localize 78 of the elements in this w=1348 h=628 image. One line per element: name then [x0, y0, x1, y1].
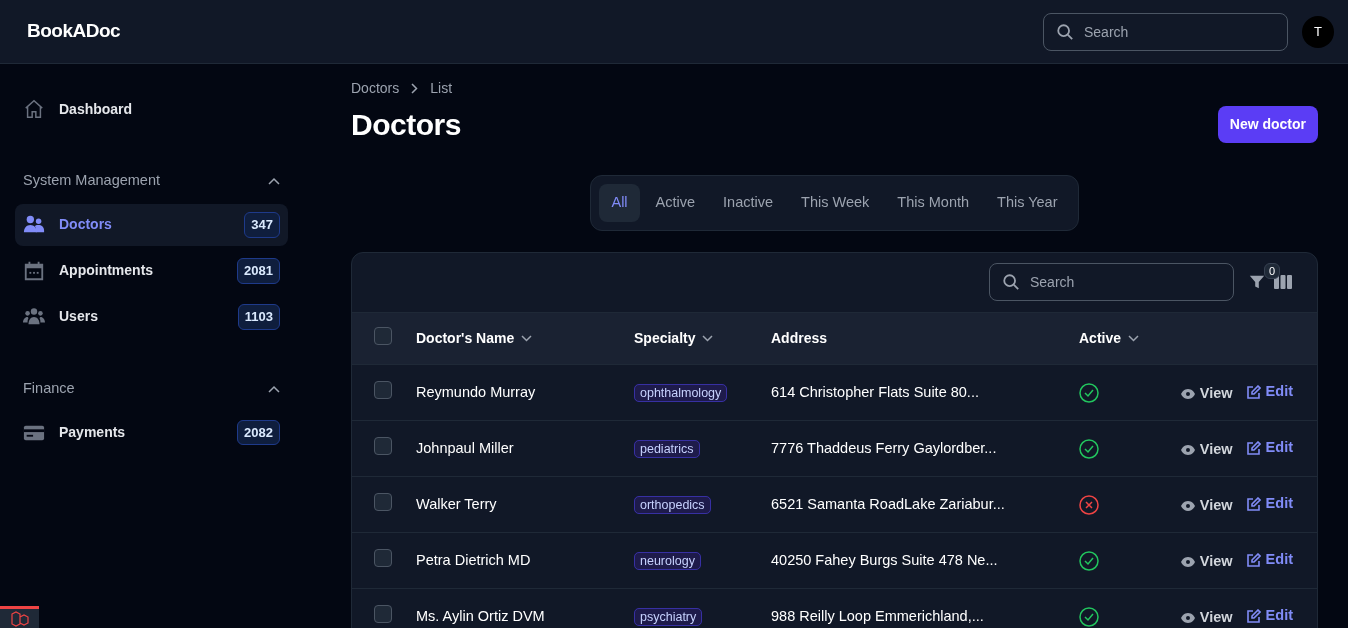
search-icon: [1056, 22, 1074, 41]
calendar-icon: [23, 259, 45, 282]
eye-icon: [1180, 388, 1195, 399]
specialty-tag: orthopedics: [634, 496, 711, 515]
sidebar-item[interactable]: Doctors 347: [15, 203, 288, 246]
table-cell: Reymundo Murray: [416, 383, 536, 400]
edit-link[interactable]: Edit: [1246, 436, 1293, 459]
column-header: Address: [771, 329, 828, 348]
eye-icon: [1180, 556, 1195, 567]
row-checkbox[interactable]: [374, 604, 392, 623]
specialty-tag: pediatrics: [634, 440, 700, 459]
filter-tab[interactable]: Inactive: [711, 184, 786, 222]
row-checkbox[interactable]: [374, 380, 392, 399]
row-checkbox[interactable]: [374, 548, 392, 567]
user-avatar[interactable]: T: [1302, 15, 1334, 48]
table-cell: Ms. Aylin Ortiz DVM: [416, 607, 545, 624]
edit-icon: [1246, 384, 1261, 399]
table-search-field[interactable]: Search: [989, 263, 1234, 302]
edit-link[interactable]: Edit: [1246, 548, 1293, 571]
specialty-tag: ophthalmology: [634, 384, 728, 403]
table-cell: 7776 Thaddeus Ferry Gaylordber...: [771, 439, 997, 456]
sidebar-item[interactable]: Dashboard: [15, 88, 288, 130]
table-cell: 6521 Samanta RoadLake Zariabur...: [771, 495, 1005, 512]
sidebar-item[interactable]: Payments 2082: [15, 411, 288, 454]
filter-count-badge: 0: [1264, 263, 1281, 280]
filter-tab[interactable]: Active: [643, 184, 708, 222]
edit-link[interactable]: Edit: [1246, 380, 1293, 403]
row-checkbox[interactable]: [374, 436, 392, 455]
table-cell: Walker Terry: [416, 495, 497, 512]
table-cell: Petra Dietrich MD: [416, 551, 531, 568]
view-link[interactable]: View: [1180, 382, 1233, 405]
brand-name[interactable]: BookADoc: [27, 17, 121, 46]
edit-link[interactable]: Edit: [1246, 604, 1293, 627]
search-field[interactable]: Search: [1043, 12, 1288, 51]
eye-icon: [1180, 500, 1195, 511]
sidebar-item[interactable]: Users 1103: [15, 295, 288, 338]
row-checkbox[interactable]: [374, 492, 392, 511]
specialty-tag: psychiatry: [634, 608, 703, 627]
select-all-checkbox[interactable]: [374, 326, 392, 345]
view-link[interactable]: View: [1180, 550, 1233, 573]
page-title: Doctors: [351, 106, 461, 143]
eye-icon: [1180, 612, 1195, 623]
edit-icon: [1246, 608, 1261, 623]
table-cell: Johnpaul Miller: [416, 439, 514, 456]
new-doctor-button[interactable]: New doctor: [1217, 106, 1318, 143]
edit-icon: [1246, 440, 1261, 455]
group-header[interactable]: Finance: [15, 377, 288, 400]
cube-icon: [9, 610, 30, 627]
table-cell: 40250 Fahey Burgs Suite 478 Ne...: [771, 551, 998, 568]
table-cell: 988 Reilly Loop Emmerichland,...: [771, 607, 984, 624]
count-badge: 2081: [237, 258, 280, 284]
search-icon: [1002, 273, 1020, 292]
filter-tab[interactable]: All: [599, 184, 640, 222]
view-link[interactable]: View: [1180, 438, 1233, 461]
eye-icon: [1180, 444, 1195, 455]
count-badge: 2082: [237, 419, 280, 446]
chevron-up-icon: [268, 384, 280, 393]
home-icon: [23, 98, 45, 120]
count-badge: 347: [244, 212, 280, 238]
chevron-right-icon: [411, 83, 419, 94]
debug-bar-tab[interactable]: [0, 606, 39, 628]
edit-link[interactable]: Edit: [1246, 492, 1293, 515]
filter-tab[interactable]: This Week: [789, 184, 882, 222]
breadcrumb-link[interactable]: List: [430, 78, 453, 99]
columns-icon[interactable]: [1273, 273, 1293, 292]
count-badge: 1103: [237, 304, 280, 330]
filter-tab[interactable]: This Year: [985, 184, 1070, 222]
filter-tab[interactable]: This Month: [885, 184, 982, 222]
edit-icon: [1246, 552, 1261, 567]
table-cell: 614 Christopher Flats Suite 80...: [771, 383, 979, 400]
edit-icon: [1246, 496, 1261, 511]
view-link[interactable]: View: [1180, 606, 1233, 628]
breadcrumb-link[interactable]: Doctors: [351, 78, 400, 99]
specialty-tag: neurology: [634, 552, 701, 571]
chevron-up-icon: [268, 176, 280, 185]
view-link[interactable]: View: [1180, 494, 1233, 517]
group-header[interactable]: System Management: [15, 170, 288, 192]
sidebar-item[interactable]: Appointments 2081: [15, 249, 288, 292]
